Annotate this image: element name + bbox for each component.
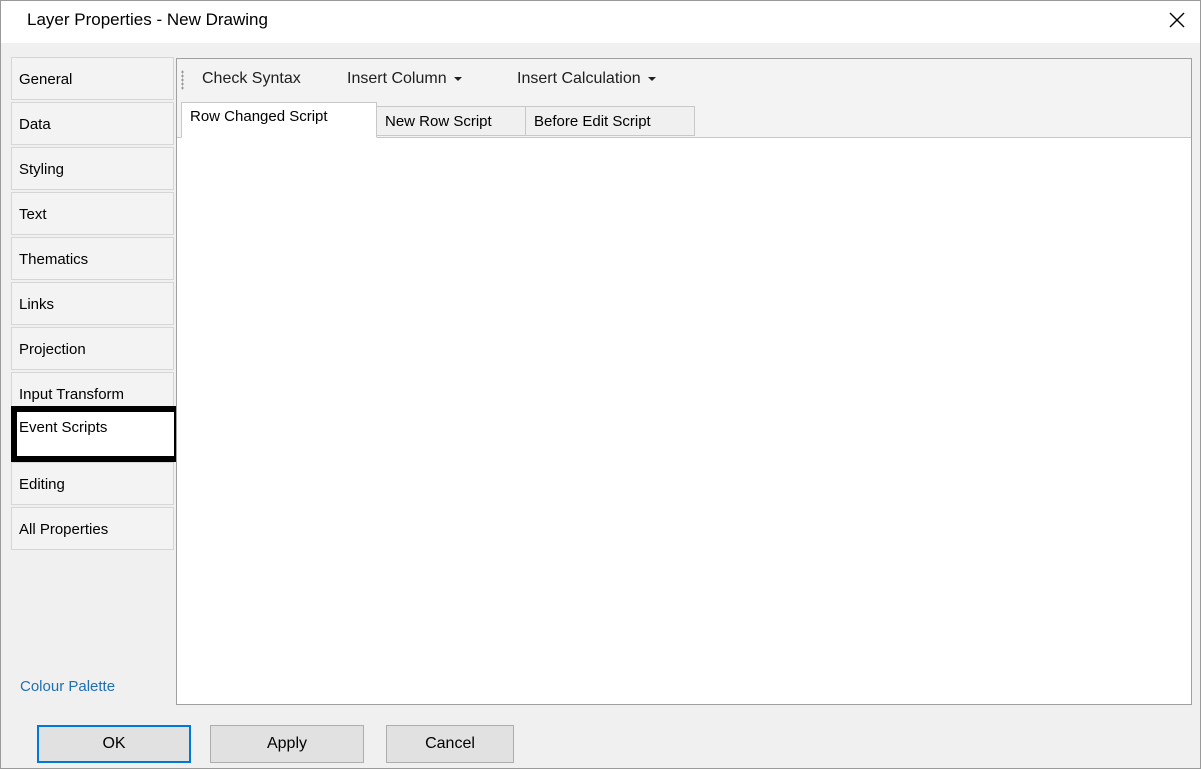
toolbar-grip-handle[interactable] (181, 70, 184, 90)
cancel-button[interactable]: Cancel (386, 725, 514, 763)
sidebar-item-event-scripts[interactable]: Event Scripts (11, 406, 180, 462)
script-toolbar: Check Syntax Insert Column Insert Calcul… (177, 59, 1191, 101)
check-syntax-button[interactable]: Check Syntax (202, 59, 301, 99)
sidebar-item-label: Thematics (19, 251, 89, 268)
sidebar-item-general[interactable]: General (11, 57, 174, 100)
sidebar-item-label: Input Transform (19, 386, 125, 403)
colour-palette-link[interactable]: Colour Palette (20, 678, 115, 695)
insert-calculation-dropdown[interactable]: Insert Calculation (517, 59, 656, 99)
sidebar-item-label: Editing (19, 476, 65, 493)
sidebar-item-label: Event Scripts (19, 419, 108, 436)
sidebar-item-label: Text (19, 206, 47, 223)
script-editor[interactable] (181, 139, 1187, 700)
sidebar-item-label: Links (19, 296, 55, 313)
chevron-down-icon (647, 76, 656, 81)
tab-label: Before Edit Script (534, 113, 651, 130)
sidebar-item-label: All Properties (19, 521, 109, 538)
script-tabs: Row Changed Script New Row Script Before… (177, 100, 1191, 138)
tab-label: New Row Script (385, 113, 492, 130)
chevron-down-icon (453, 76, 462, 81)
insert-calculation-label: Insert Calculation (517, 70, 641, 87)
sidebar-item-projection[interactable]: Projection (11, 327, 174, 370)
sidebar-item-editing[interactable]: Editing (11, 462, 174, 505)
sidebar-item-styling[interactable]: Styling (11, 147, 174, 190)
close-button[interactable] (1154, 1, 1200, 39)
title-bar: Layer Properties - New Drawing (1, 1, 1200, 43)
sidebar-nav: General Data Styling Text Thematics Link… (11, 57, 180, 705)
sidebar-item-text[interactable]: Text (11, 192, 174, 235)
sidebar-item-thematics[interactable]: Thematics (11, 237, 174, 280)
tab-row-changed-script[interactable]: Row Changed Script (181, 102, 377, 138)
tab-before-edit-script[interactable]: Before Edit Script (525, 106, 695, 136)
event-scripts-panel: Check Syntax Insert Column Insert Calcul… (176, 58, 1192, 705)
sidebar-item-all-properties[interactable]: All Properties (11, 507, 174, 550)
apply-button[interactable]: Apply (210, 725, 364, 763)
insert-column-label: Insert Column (347, 70, 447, 87)
sidebar-item-label: Data (19, 116, 51, 133)
ok-button[interactable]: OK (37, 725, 191, 763)
tab-new-row-script[interactable]: New Row Script (376, 106, 526, 136)
sidebar-item-links[interactable]: Links (11, 282, 174, 325)
sidebar-item-data[interactable]: Data (11, 102, 174, 145)
sidebar-item-label: Projection (19, 341, 86, 358)
check-syntax-label: Check Syntax (202, 70, 301, 87)
close-icon (1169, 12, 1185, 28)
dialog-title: Layer Properties - New Drawing (27, 10, 268, 29)
tab-label: Row Changed Script (190, 108, 328, 125)
sidebar-item-label: General (19, 71, 73, 88)
insert-column-dropdown[interactable]: Insert Column (347, 59, 462, 99)
sidebar-item-label: Styling (19, 161, 65, 178)
layer-properties-dialog: Layer Properties - New Drawing General D… (0, 0, 1201, 769)
